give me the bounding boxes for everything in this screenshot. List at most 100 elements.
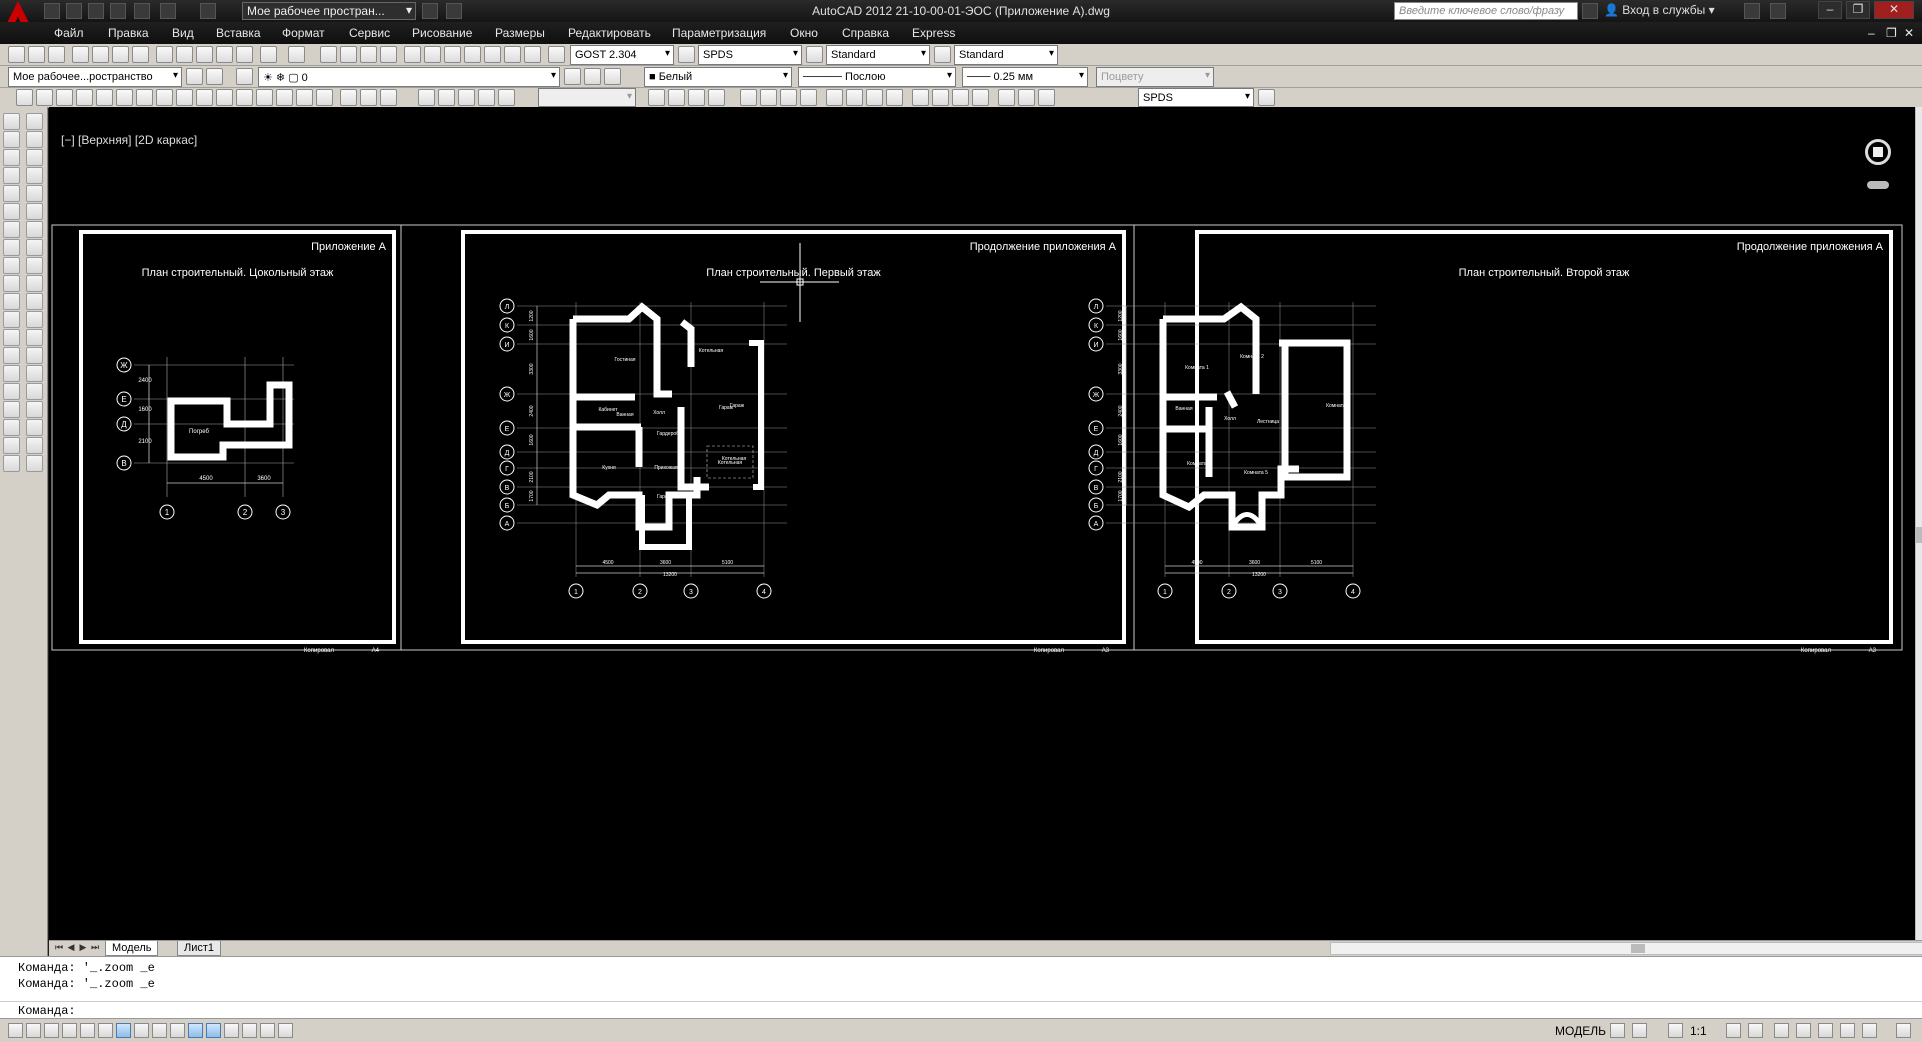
command-input[interactable]: Команда: <box>0 1001 1922 1019</box>
properties-icon[interactable] <box>404 46 421 63</box>
prev-tab-icon[interactable]: ◀ <box>65 942 77 955</box>
help-icon[interactable] <box>1770 3 1786 19</box>
copy-icon[interactable] <box>176 46 193 63</box>
osnap-icon[interactable] <box>116 1023 131 1038</box>
revcloud-icon[interactable] <box>3 239 20 256</box>
cut-icon[interactable] <box>156 46 173 63</box>
angular-icon[interactable] <box>176 89 193 106</box>
zoom-window-icon[interactable] <box>360 46 377 63</box>
text-icon[interactable] <box>156 89 173 106</box>
workspace-dropdown[interactable]: Мое рабочее...ространство <box>8 67 182 87</box>
rotate-icon[interactable] <box>26 221 43 238</box>
spds-circle-icon[interactable] <box>780 89 797 106</box>
minimize-button[interactable]: – <box>1818 1 1842 19</box>
break-icon[interactable] <box>276 89 293 106</box>
gear-icon[interactable] <box>206 68 223 85</box>
spds-axis-icon[interactable] <box>826 89 843 106</box>
quick-view-drawings-icon[interactable] <box>1632 1023 1647 1038</box>
radius-icon[interactable] <box>96 89 113 106</box>
next-tab-icon[interactable]: ▶ <box>77 942 89 955</box>
drawing-viewport[interactable]: Приложение А План строительный. Цокольный… <box>49 107 1915 940</box>
arc-icon[interactable] <box>3 203 20 220</box>
spds-stamp-icon[interactable] <box>1038 89 1055 106</box>
dim-style-select[interactable]: SPDS <box>698 45 802 65</box>
add-selected-icon[interactable] <box>3 455 20 472</box>
ortho-icon[interactable] <box>80 1023 95 1038</box>
spds-leader-icon[interactable] <box>668 89 685 106</box>
find-icon[interactable] <box>26 455 43 472</box>
gradient-icon[interactable] <box>3 383 20 400</box>
workspace-select[interactable]: Мое рабочее простран... <box>242 2 416 20</box>
spds-radius-icon[interactable] <box>740 89 757 106</box>
hatch-icon[interactable] <box>3 365 20 382</box>
spds-grid-icon[interactable] <box>846 89 863 106</box>
space-icon[interactable] <box>256 89 273 106</box>
array-icon[interactable] <box>26 185 43 202</box>
pline-icon[interactable] <box>3 149 20 166</box>
linetype-select[interactable]: ───── Послою <box>798 67 956 87</box>
annotation-monitor-icon[interactable] <box>278 1023 293 1038</box>
sheet-set-icon[interactable] <box>464 46 481 63</box>
spds-triangle-icon[interactable] <box>800 89 817 106</box>
publish-icon[interactable] <box>112 46 129 63</box>
rectangle-icon[interactable] <box>3 185 20 202</box>
binoculars-icon[interactable] <box>1582 3 1598 19</box>
spds-wave-icon[interactable] <box>972 89 989 106</box>
undo-icon[interactable] <box>160 3 176 19</box>
ordinate-icon[interactable] <box>76 89 93 106</box>
scale-icon[interactable] <box>26 239 43 256</box>
break-icon[interactable] <box>26 311 43 328</box>
arc-length-icon[interactable] <box>56 89 73 106</box>
polygon-icon[interactable] <box>3 167 20 184</box>
lineweight-icon[interactable] <box>206 1023 221 1038</box>
annotation-visibility-icon[interactable] <box>1726 1023 1741 1038</box>
menu-draw[interactable]: Рисование <box>412 26 472 40</box>
text-style-icon[interactable] <box>548 46 565 63</box>
spds-angle-icon[interactable] <box>760 89 777 106</box>
ellipse-arc-icon[interactable] <box>3 293 20 310</box>
zoom-previous-icon[interactable] <box>380 46 397 63</box>
menu-edit[interactable]: Правка <box>108 26 149 40</box>
viewport-polygon-icon[interactable] <box>458 89 475 106</box>
jogged-icon[interactable] <box>116 89 133 106</box>
point-icon[interactable] <box>3 347 20 364</box>
menu-tools[interactable]: Сервис <box>349 26 390 40</box>
block-editor-icon[interactable] <box>236 46 253 63</box>
login-button[interactable]: 👤 Вход в службы ▾ <box>1604 3 1715 17</box>
doc-close-button[interactable]: ✕ <box>1904 26 1914 40</box>
spds-mark-icon[interactable] <box>708 89 725 106</box>
vertical-scrollbar[interactable] <box>1915 107 1922 940</box>
spds-linear-icon[interactable] <box>648 89 665 106</box>
stretch-icon[interactable] <box>26 257 43 274</box>
menu-format[interactable]: Формат <box>282 26 325 40</box>
first-tab-icon[interactable]: ⏮ <box>53 942 65 955</box>
explode-icon[interactable] <box>26 383 43 400</box>
spell-icon[interactable] <box>26 437 43 454</box>
aligned-dim-icon[interactable] <box>36 89 53 106</box>
3d-print-icon[interactable] <box>132 46 149 63</box>
fillet-icon[interactable] <box>26 365 43 382</box>
menu-window[interactable]: Окно <box>790 26 818 40</box>
center-mark-icon[interactable] <box>316 89 333 106</box>
open-icon[interactable] <box>28 46 45 63</box>
spds-slope-icon[interactable] <box>932 89 949 106</box>
color-select[interactable]: ■ Белый <box>644 67 792 87</box>
quick-view-layouts-icon[interactable] <box>1610 1023 1625 1038</box>
infer-constraints-icon[interactable] <box>26 1023 41 1038</box>
print-preview-icon[interactable] <box>446 3 462 19</box>
design-center-icon[interactable] <box>424 46 441 63</box>
horizontal-scrollbar[interactable] <box>1330 942 1922 955</box>
menu-file[interactable]: Файл <box>54 26 84 40</box>
tab-model[interactable]: Модель <box>105 941 159 956</box>
menu-dimension[interactable]: Размеры <box>495 26 545 40</box>
tab-layout1[interactable]: Лист1 <box>177 941 222 956</box>
menu-help[interactable]: Справка <box>842 26 889 40</box>
mleader-style-icon[interactable] <box>934 46 951 63</box>
ellipse-icon[interactable] <box>3 275 20 292</box>
menu-insert[interactable]: Вставка <box>216 26 261 40</box>
viewport-controls-label[interactable]: [−] [Верхняя] [2D каркас] <box>61 133 197 147</box>
insert-icon[interactable] <box>3 311 20 328</box>
workspace-switch-icon[interactable] <box>1774 1023 1789 1038</box>
region-icon[interactable] <box>3 401 20 418</box>
text-style-select[interactable]: GOST 2.304 <box>570 45 674 65</box>
